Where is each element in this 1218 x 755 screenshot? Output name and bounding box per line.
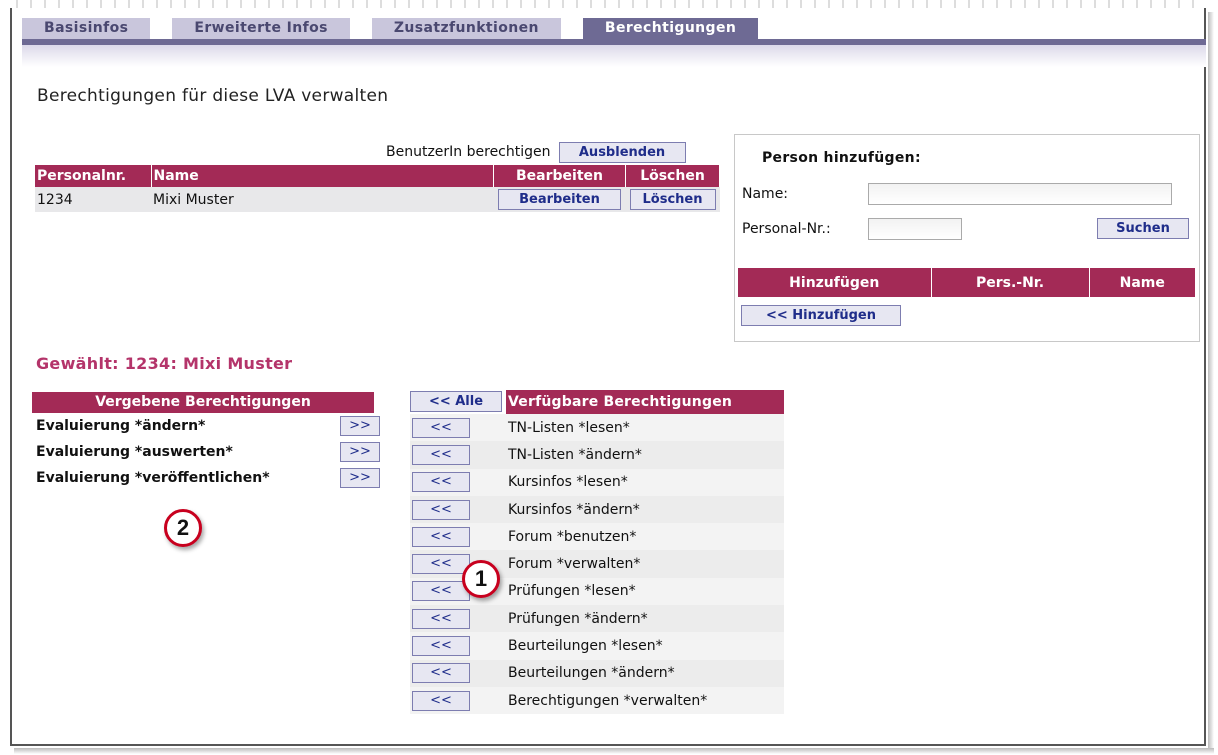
col-result-persnr: Pers.-Nr. (931, 268, 1090, 297)
add-button[interactable]: << Hinzufügen (741, 305, 901, 326)
remove-permission-button[interactable]: >> (340, 442, 380, 462)
add-permission-button[interactable]: << (412, 554, 470, 575)
add-permission-button[interactable]: << (412, 690, 470, 711)
available-list: << TN-Listen *lesen* << TN-Listen *ändern*… (410, 414, 784, 715)
row-name: Mixi Muster (151, 187, 494, 212)
persnr-label: Personal-Nr.: (742, 221, 831, 237)
move-cell: << (410, 526, 506, 547)
frame-shadow-bottom (14, 748, 1214, 754)
add-person-title: Person hinzufügen: (762, 150, 921, 166)
available-permission-label: Prüfungen *ändern* (508, 610, 648, 627)
add-permission-button[interactable]: << (412, 526, 470, 547)
tab-basisinfos[interactable]: Basisinfos (22, 18, 151, 39)
col-name: Name (151, 165, 494, 187)
list-item: << Kursinfos *lesen* (410, 468, 784, 496)
authorize-label: BenutzerIn berechtigen (386, 144, 551, 160)
available-permissions: << Alle Verfügbare Berechtigungen << TN-L… (410, 390, 784, 715)
edit-button[interactable]: Bearbeiten (498, 189, 621, 210)
available-permission-label: Kursinfos *ändern* (508, 501, 640, 518)
list-item: << Prüfungen *ändern* (410, 605, 784, 633)
available-permission-label: TN-Listen *lesen* (508, 419, 630, 436)
list-item: << Kursinfos *ändern* (410, 495, 784, 524)
list-item: << Berechtigungen *verwalten* (410, 686, 784, 715)
search-button[interactable]: Suchen (1097, 218, 1189, 239)
add-permission-button[interactable]: << (412, 444, 470, 465)
add-result-header: Hinzufügen Pers.-Nr. Name (738, 268, 1196, 297)
page-title: Berechtigungen für diese LVA verwalten (37, 86, 389, 106)
move-cell: << (410, 663, 506, 684)
users-table-header: Personalnr. Name Bearbeiten Löschen (35, 165, 720, 187)
move-cell: << (410, 636, 506, 657)
available-permission-label: TN-Listen *ändern* (508, 446, 642, 463)
name-input[interactable] (868, 183, 1172, 205)
add-permission-button[interactable]: << (412, 499, 470, 520)
users-table: Personalnr. Name Bearbeiten Löschen 1234… (35, 165, 720, 212)
col-result-name: Name (1089, 268, 1196, 297)
move-cell: << (410, 690, 506, 711)
col-delete: Löschen (625, 165, 720, 187)
persnr-input[interactable] (868, 218, 962, 240)
available-permission-label: Prüfungen *lesen* (508, 583, 636, 600)
tab-zusatzfunktionen[interactable]: Zusatzfunktionen (371, 18, 561, 39)
add-permission-button[interactable]: << (412, 472, 470, 493)
list-item: << TN-Listen *lesen* (410, 414, 784, 442)
assigned-permission-label: Evaluierung *auswerten* (36, 444, 233, 460)
available-permission-label: Kursinfos *lesen* (508, 474, 628, 491)
table-row: 1234 Mixi Muster Bearbeiten Löschen (35, 187, 720, 212)
available-permissions-title: Verfügbare Berechtigungen (506, 390, 784, 414)
col-edit: Bearbeiten (493, 165, 626, 187)
move-cell: << (410, 444, 506, 465)
col-persnr: Personalnr. (35, 165, 152, 187)
row-persnr: 1234 (35, 187, 151, 212)
add-permission-button[interactable]: << (412, 581, 470, 602)
frame-shadow-right (1208, 12, 1214, 748)
hide-button[interactable]: Ausblenden (558, 141, 686, 163)
add-permission-button[interactable]: << (412, 636, 470, 657)
tab-berechtigungen[interactable]: Berechtigungen (582, 18, 759, 39)
add-result-table: Hinzufügen Pers.-Nr. Name (738, 268, 1196, 297)
add-permission-button[interactable]: << (412, 417, 470, 438)
selected-user-label: Gewählt: 1234: Mixi Muster (36, 354, 293, 373)
row-edit-cell: Bearbeiten (493, 187, 626, 212)
list-item: << Beurteilungen *ändern* (410, 659, 784, 687)
all-cell: << Alle (410, 390, 506, 414)
name-label: Name: (742, 186, 789, 202)
move-cell: << (410, 499, 506, 520)
list-item: Evaluierung *auswerten* >> (32, 439, 398, 465)
available-permission-label: Berechtigungen *verwalten* (508, 692, 708, 709)
list-item: << Beurteilungen *lesen* (410, 632, 784, 660)
add-permission-button[interactable]: << (412, 663, 470, 684)
assigned-permissions-header: Vergebene Berechtigungen (32, 392, 374, 413)
delete-button[interactable]: Löschen (629, 189, 716, 210)
assigned-permission-label: Evaluierung *veröffentlichen* (36, 470, 270, 486)
tab-bar: Basisinfos Erweiterte Infos Zusatzfunkti… (22, 18, 759, 39)
annotation-marker-2: 2 (164, 509, 202, 547)
tab-erweiterte-infos[interactable]: Erweiterte Infos (172, 18, 350, 39)
available-permission-label: Forum *verwalten* (508, 556, 641, 573)
list-item: Evaluierung *ändern* >> (32, 413, 398, 439)
list-item: << TN-Listen *ändern* (410, 441, 784, 469)
row-delete-cell: Löschen (625, 187, 720, 212)
remove-permission-button[interactable]: >> (340, 416, 380, 436)
list-item: Evaluierung *veröffentlichen* >> (32, 465, 398, 491)
move-cell: << (410, 472, 506, 493)
remove-permission-button[interactable]: >> (340, 468, 380, 488)
available-permissions-header: << Alle Verfügbare Berechtigungen (410, 390, 784, 414)
available-permission-label: Forum *benutzen* (508, 528, 637, 545)
assigned-permissions: Vergebene Berechtigungen Evaluierung *än… (32, 392, 398, 491)
assigned-permission-label: Evaluierung *ändern* (36, 418, 206, 434)
available-permission-label: Beurteilungen *ändern* (508, 665, 675, 682)
tab-gradient (22, 45, 1206, 67)
move-cell: << (410, 608, 506, 629)
add-permission-button[interactable]: << (412, 608, 470, 629)
available-permission-label: Beurteilungen *lesen* (508, 638, 663, 655)
add-all-button[interactable]: << Alle (410, 391, 502, 412)
col-add: Hinzufügen (738, 268, 932, 297)
annotation-marker-1: 1 (462, 560, 500, 598)
list-item: << Forum *benutzen* (410, 523, 784, 551)
add-person-panel: Person hinzufügen: Name: Personal-Nr.: S… (734, 134, 1200, 342)
move-cell: << (410, 417, 506, 438)
authorize-row: BenutzerIn berechtigen Ausblenden (386, 141, 686, 163)
